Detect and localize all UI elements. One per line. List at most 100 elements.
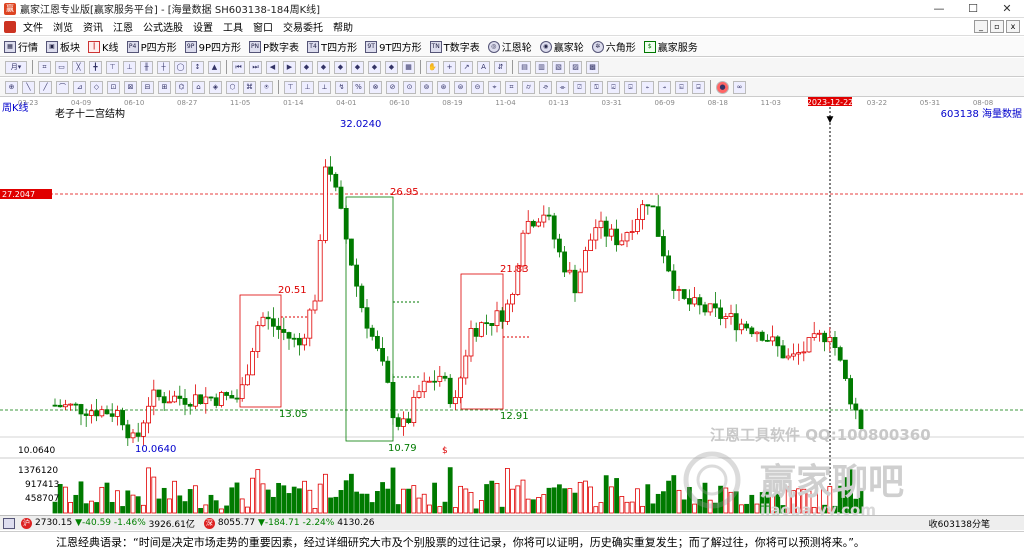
tool-icon[interactable]: ◈: [209, 80, 222, 94]
tool-icon[interactable]: ⍟: [260, 80, 273, 94]
pointer-icon[interactable]: ↗: [460, 60, 473, 74]
tool-icon[interactable]: ⊚: [420, 80, 433, 94]
nav-p-square[interactable]: P4 P四方形: [123, 39, 181, 54]
prev-icon[interactable]: ◀: [266, 60, 279, 74]
mdi-close-button[interactable]: x: [1006, 20, 1020, 33]
network-icon[interactable]: ▩: [586, 60, 599, 74]
scale-icon[interactable]: ⇵: [494, 60, 507, 74]
save-icon[interactable]: ▥: [535, 60, 548, 74]
calculator-icon[interactable]: ▤: [518, 60, 531, 74]
tool-icon[interactable]: ↯: [335, 80, 348, 94]
tool-icon[interactable]: ⌬: [175, 80, 188, 94]
mdi-restore-button[interactable]: ▫: [990, 20, 1004, 33]
status-grid-icon[interactable]: [3, 517, 15, 529]
tool-icon[interactable]: ⍅: [641, 80, 654, 94]
tool-icon[interactable]: ⬡: [226, 80, 239, 94]
nav-t-table[interactable]: TN T数字表: [426, 39, 484, 54]
nav-kline[interactable]: ┃ K线: [84, 39, 123, 54]
diamond-icon[interactable]: ◆: [385, 60, 398, 74]
tool-icon[interactable]: ↕: [191, 60, 204, 74]
nav-t-square[interactable]: T4 T四方形: [303, 39, 361, 54]
tool-icon[interactable]: ⌖: [488, 80, 501, 94]
diamond-icon[interactable]: ◆: [300, 60, 313, 74]
tool-icon[interactable]: ▲: [208, 60, 221, 74]
menu-window[interactable]: 窗口: [248, 19, 278, 34]
tool-icon[interactable]: ⍃: [607, 80, 620, 94]
tool-icon[interactable]: ⟂: [318, 80, 331, 94]
nav-9p-square[interactable]: 9P 9P四方形: [181, 39, 245, 54]
diamond-icon[interactable]: ◆: [334, 60, 347, 74]
menu-browse[interactable]: 浏览: [48, 19, 78, 34]
nav-service[interactable]: $ 赢家服务: [640, 39, 702, 54]
tool-icon[interactable]: ⊞: [158, 80, 171, 94]
tool-icon[interactable]: ⌭: [522, 80, 535, 94]
next-icon[interactable]: ▶: [283, 60, 296, 74]
menu-help[interactable]: 帮助: [328, 19, 358, 34]
tool-icon[interactable]: ⌯: [556, 80, 569, 94]
mdi-minimize-button[interactable]: _: [974, 20, 988, 33]
tool-icon[interactable]: ⊤: [284, 80, 297, 94]
nav-winner-wheel[interactable]: ◉ 赢家轮: [536, 39, 588, 54]
tool-icon[interactable]: ⊡: [107, 80, 120, 94]
maximize-button[interactable]: ☐: [956, 0, 990, 18]
tool-icon[interactable]: ⌂: [192, 80, 205, 94]
grid-tool-icon[interactable]: ▦: [402, 60, 415, 74]
tool-icon[interactable]: ⊙: [403, 80, 416, 94]
minimize-button[interactable]: —: [922, 0, 956, 18]
tool-icon[interactable]: ⊥: [123, 60, 136, 74]
menu-settings[interactable]: 设置: [188, 19, 218, 34]
tool-icon[interactable]: ╋: [89, 60, 102, 74]
tool-icon[interactable]: ▭: [55, 60, 68, 74]
diamond-icon[interactable]: ◆: [351, 60, 364, 74]
tool-icon[interactable]: ⍄: [624, 80, 637, 94]
tool-icon[interactable]: ⍆: [658, 80, 671, 94]
tool-icon[interactable]: ⊗: [369, 80, 382, 94]
tool-icon[interactable]: ⊝: [471, 80, 484, 94]
car-icon[interactable]: ▨: [569, 60, 582, 74]
tool-icon[interactable]: ⌒: [56, 80, 69, 94]
menu-formula[interactable]: 公式选股: [138, 19, 188, 34]
nav-hexagon[interactable]: ✲ 六角形: [588, 39, 640, 54]
tool-icon[interactable]: ⊿: [73, 80, 86, 94]
kline-chart[interactable]: 03-23 04-09 06-10 08-27 11-05 01-14 04-01 06-10…: [0, 97, 1024, 519]
tool-icon[interactable]: ╳: [72, 60, 85, 74]
nav-quotes[interactable]: ▦ 行情: [0, 39, 42, 54]
sh-index[interactable]: 沪 2730.15 ▼-40.59 -1.46% 3926.61亿: [18, 517, 195, 530]
menu-file[interactable]: 文件: [18, 19, 48, 34]
tool-icon[interactable]: ⌘: [243, 80, 256, 94]
tool-icon[interactable]: ⍇: [675, 80, 688, 94]
tool-icon[interactable]: ⊤: [106, 60, 119, 74]
tool-icon[interactable]: ⊛: [437, 80, 450, 94]
menu-news[interactable]: 资讯: [78, 19, 108, 34]
label-icon[interactable]: A: [477, 60, 490, 74]
menu-trade[interactable]: 交易委托: [278, 19, 328, 34]
menu-tools[interactable]: 工具: [218, 19, 248, 34]
tool-icon[interactable]: ◯: [174, 60, 187, 74]
crosshair-icon[interactable]: +: [443, 60, 456, 74]
menu-gann[interactable]: 江恩: [108, 19, 138, 34]
tool-icon[interactable]: ⍈: [692, 80, 705, 94]
nav-p-table[interactable]: PN P数字表: [245, 39, 303, 54]
period-dropdown[interactable]: 月▾: [5, 60, 27, 74]
status-right-text[interactable]: 收603138分笔: [929, 517, 990, 530]
last-page-icon[interactable]: ⏭: [249, 60, 262, 74]
close-button[interactable]: ✕: [990, 0, 1024, 18]
tool-icon[interactable]: ⊥: [301, 80, 314, 94]
tool-icon[interactable]: ⊟: [141, 80, 154, 94]
tool-icon[interactable]: ╱: [39, 80, 52, 94]
tool-icon[interactable]: ╫: [140, 60, 153, 74]
tool-icon[interactable]: ⊘: [386, 80, 399, 94]
sz-index[interactable]: 深 8055.77 ▼-184.71 -2.24% 4130.26: [201, 517, 374, 529]
diamond-icon[interactable]: ◆: [317, 60, 330, 74]
tool-icon[interactable]: ⍂: [590, 80, 603, 94]
hand-icon[interactable]: ✋: [426, 60, 439, 74]
color-wheel-icon[interactable]: ●: [716, 80, 729, 94]
first-page-icon[interactable]: ⏮: [232, 60, 245, 74]
percent-icon[interactable]: %: [352, 80, 365, 94]
tool-icon[interactable]: ⌮: [539, 80, 552, 94]
tool-icon[interactable]: ╲: [22, 80, 35, 94]
nav-9t-square[interactable]: 9T 9T四方形: [361, 39, 425, 54]
tool-icon[interactable]: ◇: [90, 80, 103, 94]
nav-sectors[interactable]: ▣ 板块: [42, 39, 84, 54]
print-icon[interactable]: ▧: [552, 60, 565, 74]
